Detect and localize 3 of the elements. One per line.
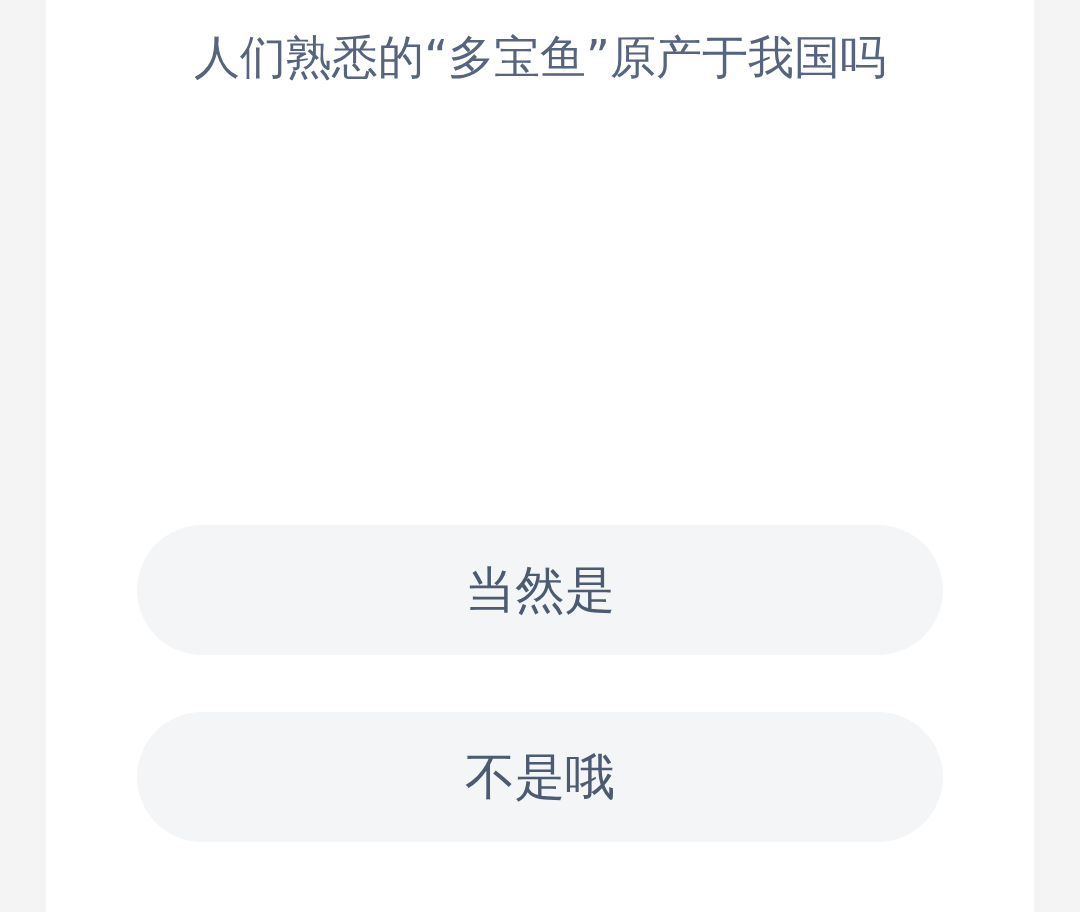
- question-text: 人们熟悉的“多宝鱼”原产于我国吗: [193, 29, 887, 86]
- answer-option[interactable]: 不是哦: [137, 712, 943, 842]
- answer-option[interactable]: 当然是: [137, 525, 943, 655]
